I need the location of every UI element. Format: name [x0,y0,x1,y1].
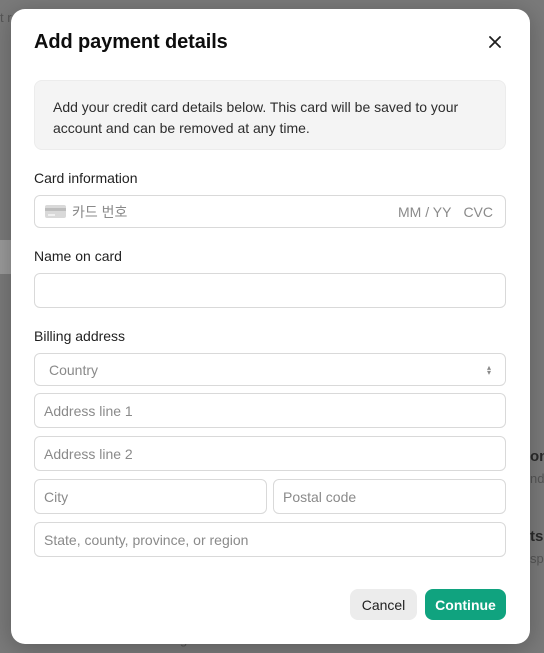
background-heading: on [530,448,544,465]
card-number-input[interactable]: 카드 번호 [72,202,127,222]
card-info-label: Card information [34,170,138,186]
state-region-input[interactable]: State, county, province, or region [34,522,506,557]
name-on-card-input[interactable] [34,273,506,308]
background-subtext: nd [530,471,544,486]
close-button[interactable] [484,31,506,53]
background-sidebar-item [0,240,11,274]
postal-code-input[interactable]: Postal code [273,479,506,514]
card-expiry-input[interactable]: MM / YY [398,204,451,220]
card-cvc-input[interactable]: CVC [463,204,493,220]
chevron-up-down-icon: ▴ ▾ [486,362,491,377]
background-subtext: sp [530,551,544,566]
close-icon [489,36,501,48]
address-line-2-input[interactable]: Address line 2 [34,436,506,471]
card-info-field[interactable]: 카드 번호 MM / YY CVC [34,195,506,228]
payment-modal: Add payment details Add your credit card… [11,9,530,644]
billing-address-label: Billing address [34,328,126,344]
cancel-button[interactable]: Cancel [350,589,417,620]
city-input[interactable]: City [34,479,267,514]
continue-button[interactable]: Continue [425,589,506,620]
info-notice: Add your credit card details below. This… [34,80,506,150]
country-select[interactable]: Country ▴ ▾ [34,353,506,386]
credit-card-icon [45,205,66,218]
address-line-1-input[interactable]: Address line 1 [34,393,506,428]
name-on-card-label: Name on card [34,248,122,264]
modal-title: Add payment details [34,31,228,53]
country-select-value: Country [49,361,99,378]
background-text: t r [0,10,12,25]
background-heading: ts [530,528,544,545]
